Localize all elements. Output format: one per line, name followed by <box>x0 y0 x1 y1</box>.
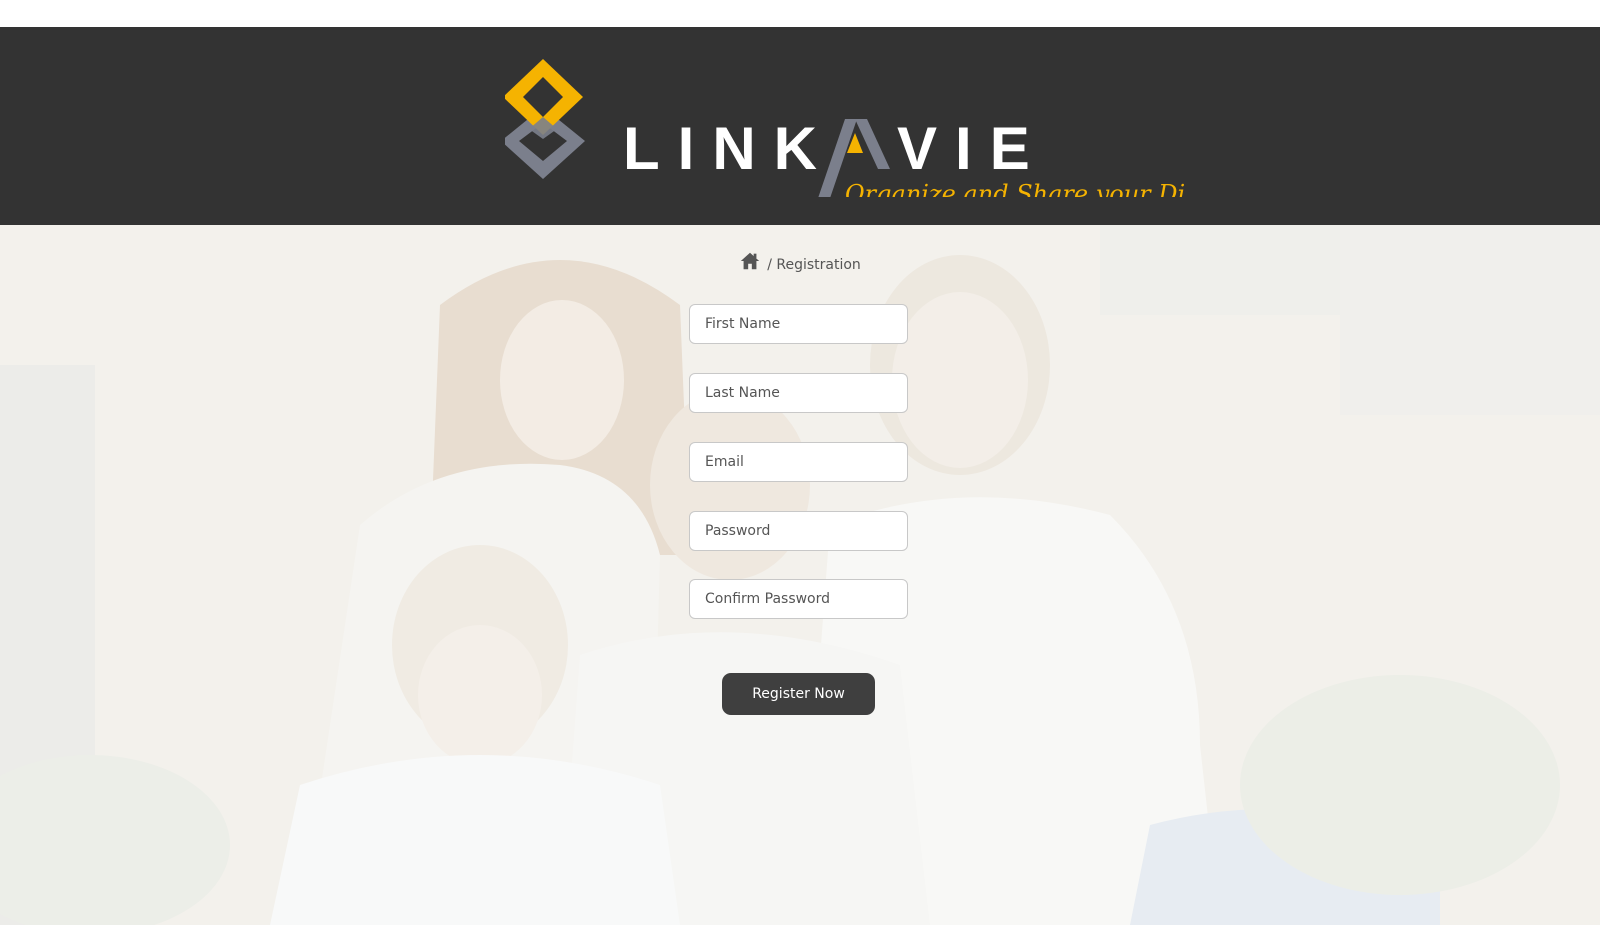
svg-text:LINK: LINK <box>623 115 835 182</box>
logo-mark-icon <box>505 59 585 179</box>
registration-section: / Registration Register Now <box>0 225 1600 925</box>
breadcrumb: / Registration <box>0 250 1600 276</box>
home-icon[interactable] <box>739 250 761 276</box>
svg-text:VIE: VIE <box>897 115 1048 182</box>
logo-tagline: Organize and Share your Digital Life <box>845 180 1185 197</box>
site-header: LINK VIE Organize and Share your Digital… <box>0 27 1600 225</box>
password-input[interactable] <box>689 511 908 551</box>
last-name-input[interactable] <box>689 373 908 413</box>
email-input[interactable] <box>689 442 908 482</box>
first-name-input[interactable] <box>689 304 908 344</box>
breadcrumb-separator: / <box>767 257 772 273</box>
bottom-strip <box>0 925 1600 929</box>
top-strip <box>0 0 1600 27</box>
confirm-password-input[interactable] <box>689 579 908 619</box>
breadcrumb-current: Registration <box>776 257 861 273</box>
register-now-button[interactable]: Register Now <box>722 673 875 715</box>
linkavie-logo[interactable]: LINK VIE Organize and Share your Digital… <box>505 57 1185 197</box>
